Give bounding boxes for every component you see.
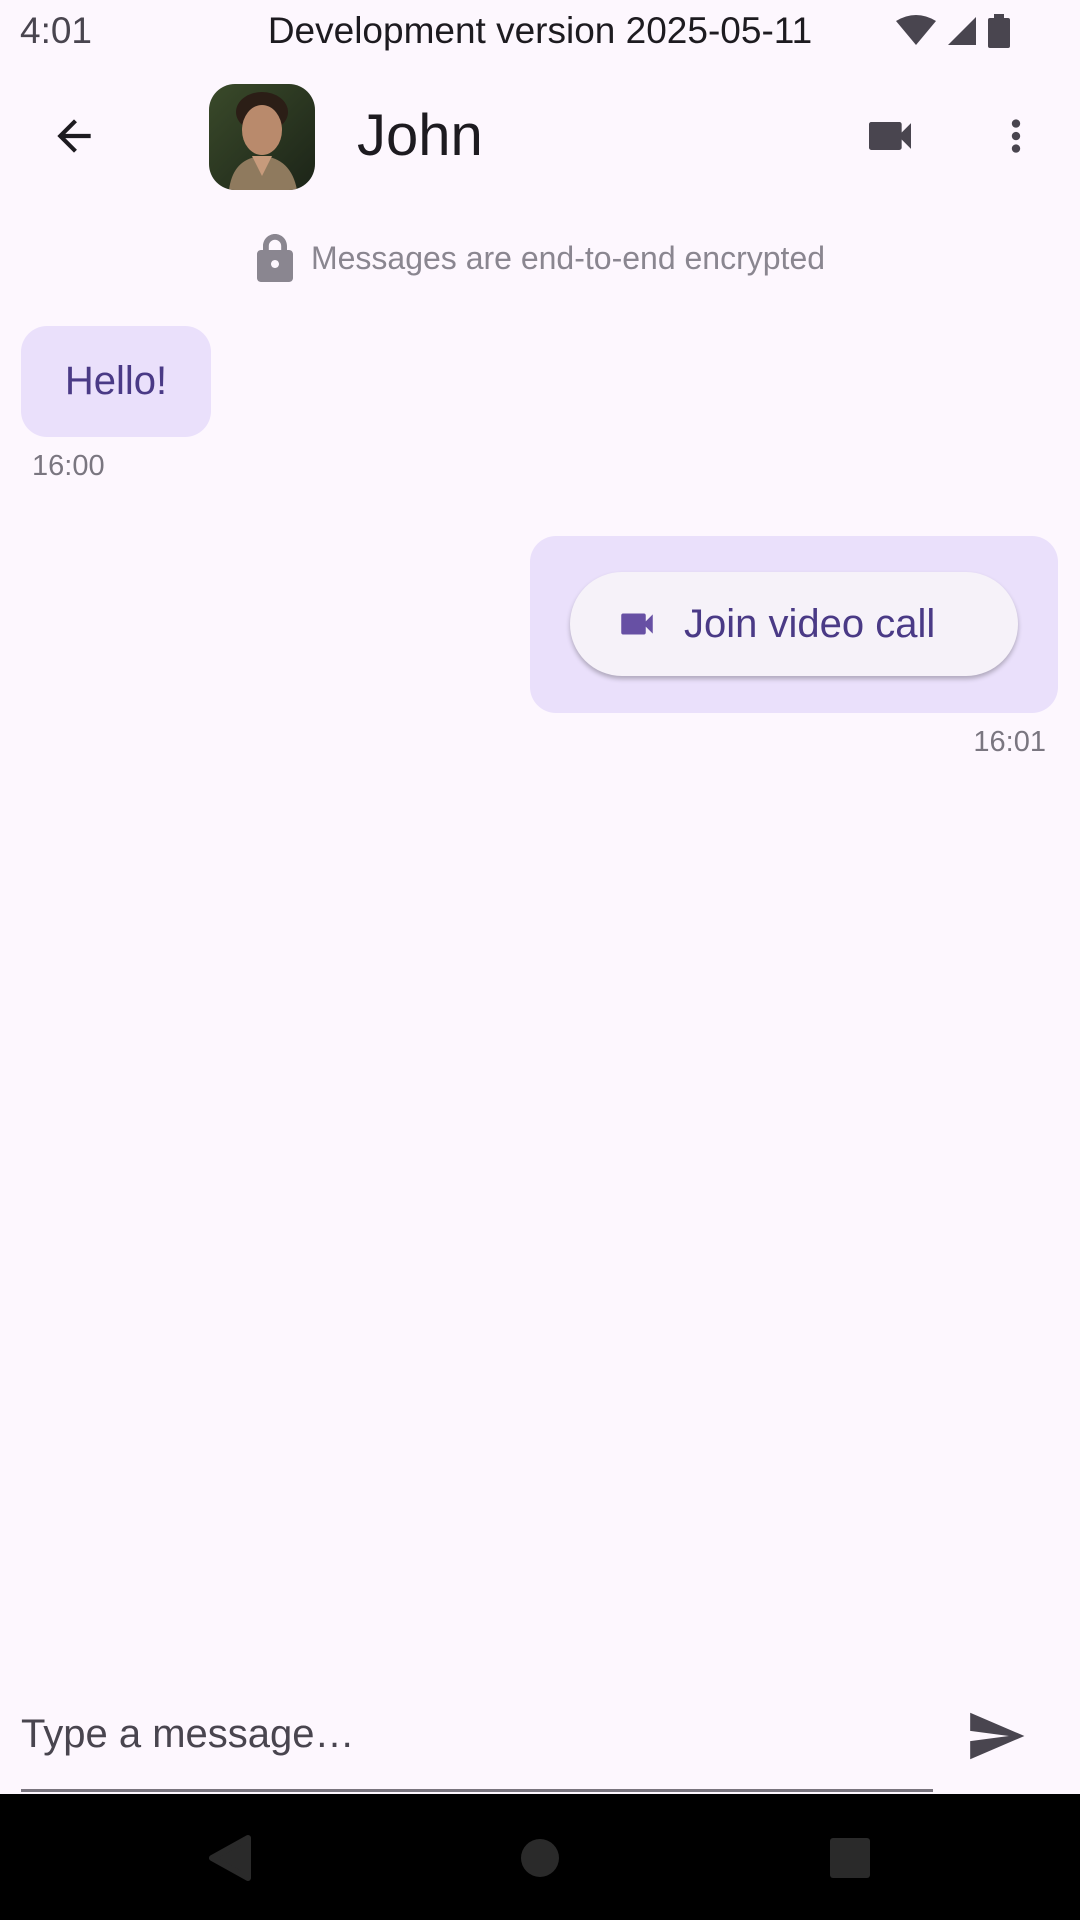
incoming-message-bubble[interactable]: Hello!: [21, 326, 211, 437]
send-icon: [970, 1712, 1025, 1760]
system-nav-bar: [0, 1794, 1080, 1920]
arrow-back-icon: [57, 119, 91, 153]
nav-recents-button[interactable]: [810, 1818, 890, 1898]
avatar[interactable]: [209, 84, 315, 190]
incoming-message-time: 16:00: [32, 450, 105, 482]
app-bar: John: [0, 64, 1080, 208]
nav-back-icon: [209, 1835, 251, 1881]
lock-icon: [256, 234, 293, 282]
outgoing-message-bubble: Join video call: [530, 536, 1058, 713]
nav-recents-icon: [830, 1838, 870, 1878]
message-input[interactable]: [21, 1680, 933, 1792]
status-icons: [896, 14, 1010, 53]
incoming-message-text: Hello!: [64, 359, 168, 403]
encryption-notice-text: Messages are end-to-end encrypted: [310, 239, 826, 276]
status-bar: 4:01 Development version 2025-05-11: [0, 0, 1080, 64]
nav-back-button[interactable]: [190, 1818, 270, 1898]
video-call-button[interactable]: [846, 92, 934, 180]
join-video-call-label: Join video call: [684, 601, 936, 646]
nav-home-icon: [521, 1839, 559, 1877]
wifi-icon: [896, 15, 936, 52]
battery-icon: [988, 14, 1010, 53]
videocam-icon: [869, 122, 911, 150]
join-video-call-button[interactable]: Join video call: [570, 572, 1018, 676]
more-options-button[interactable]: [972, 92, 1060, 180]
nav-home-button[interactable]: [500, 1818, 580, 1898]
encryption-notice: Messages are end-to-end encrypted: [0, 228, 1080, 288]
outgoing-message-time: 16:01: [973, 726, 1046, 758]
message-composer: [0, 1680, 1080, 1794]
more-vert-icon: [1011, 119, 1021, 153]
signal-icon: [946, 15, 978, 52]
videocam-icon: [621, 613, 653, 635]
contact-name: John: [357, 103, 483, 168]
back-button[interactable]: [30, 92, 118, 180]
send-button[interactable]: [946, 1686, 1046, 1786]
